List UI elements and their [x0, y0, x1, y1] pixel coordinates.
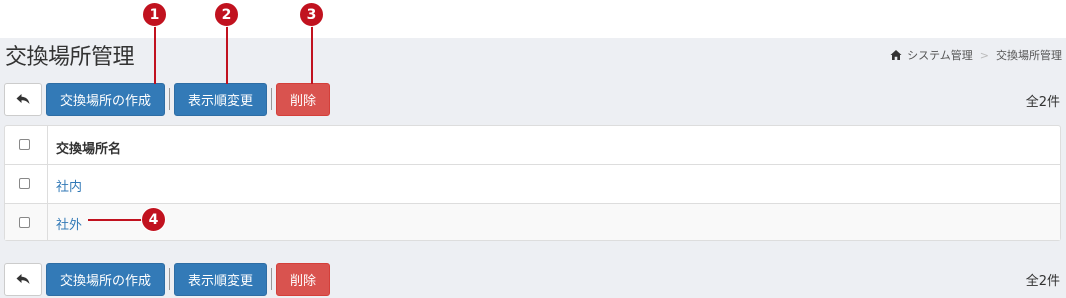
location-link-internal[interactable]: 社内 [56, 176, 82, 195]
page-title: 交換場所管理 [5, 45, 135, 70]
callout-badge-4: 4 [141, 207, 166, 232]
breadcrumb-current: 交換場所管理 [996, 49, 1062, 62]
delete-button[interactable]: 削除 [276, 262, 331, 296]
column-header-location-name: 交換場所名 [56, 142, 122, 157]
checkbox-cell [5, 204, 48, 240]
breadcrumb: システム管理 > 交換場所管理 [890, 47, 1062, 63]
callout-badge-3: 3 [299, 2, 324, 27]
callout-badge-1: 1 [142, 2, 167, 27]
select-all-checkbox[interactable] [19, 139, 30, 150]
callout-line [88, 219, 144, 221]
reply-icon [16, 274, 30, 284]
reorder-button[interactable]: 表示順変更 [174, 82, 268, 116]
divider [169, 88, 171, 110]
callout-line [311, 24, 313, 84]
create-location-button[interactable]: 交換場所の作成 [46, 262, 166, 296]
callout-line [154, 24, 156, 84]
create-location-button[interactable]: 交換場所の作成 [46, 82, 166, 116]
breadcrumb-separator: > [979, 48, 989, 62]
total-count: 全2件 [1025, 95, 1060, 110]
total-count: 全2件 [1025, 274, 1060, 289]
callout-line [226, 24, 228, 84]
back-button[interactable] [4, 82, 42, 116]
back-button[interactable] [4, 262, 42, 296]
row-checkbox[interactable] [19, 217, 30, 228]
home-icon[interactable] [890, 49, 902, 61]
toolbar-top: 交換場所の作成 表示順変更 削除 [4, 82, 331, 116]
breadcrumb-system-admin[interactable]: システム管理 [907, 47, 973, 63]
reply-icon [16, 94, 30, 104]
divider [271, 268, 273, 290]
table-header-row: 交換場所名 [5, 126, 1060, 164]
reorder-button[interactable]: 表示順変更 [174, 262, 268, 296]
divider [271, 88, 273, 110]
location-link-external[interactable]: 社外 [56, 214, 82, 233]
divider [169, 268, 171, 290]
delete-button[interactable]: 削除 [276, 82, 331, 116]
toolbar-bottom: 交換場所の作成 表示順変更 削除 [4, 262, 331, 296]
table-row: 社内 [5, 164, 1060, 203]
checkbox-cell [5, 165, 48, 203]
checkbox-cell [5, 126, 48, 164]
callout-badge-2: 2 [214, 2, 239, 27]
row-checkbox[interactable] [19, 178, 30, 189]
